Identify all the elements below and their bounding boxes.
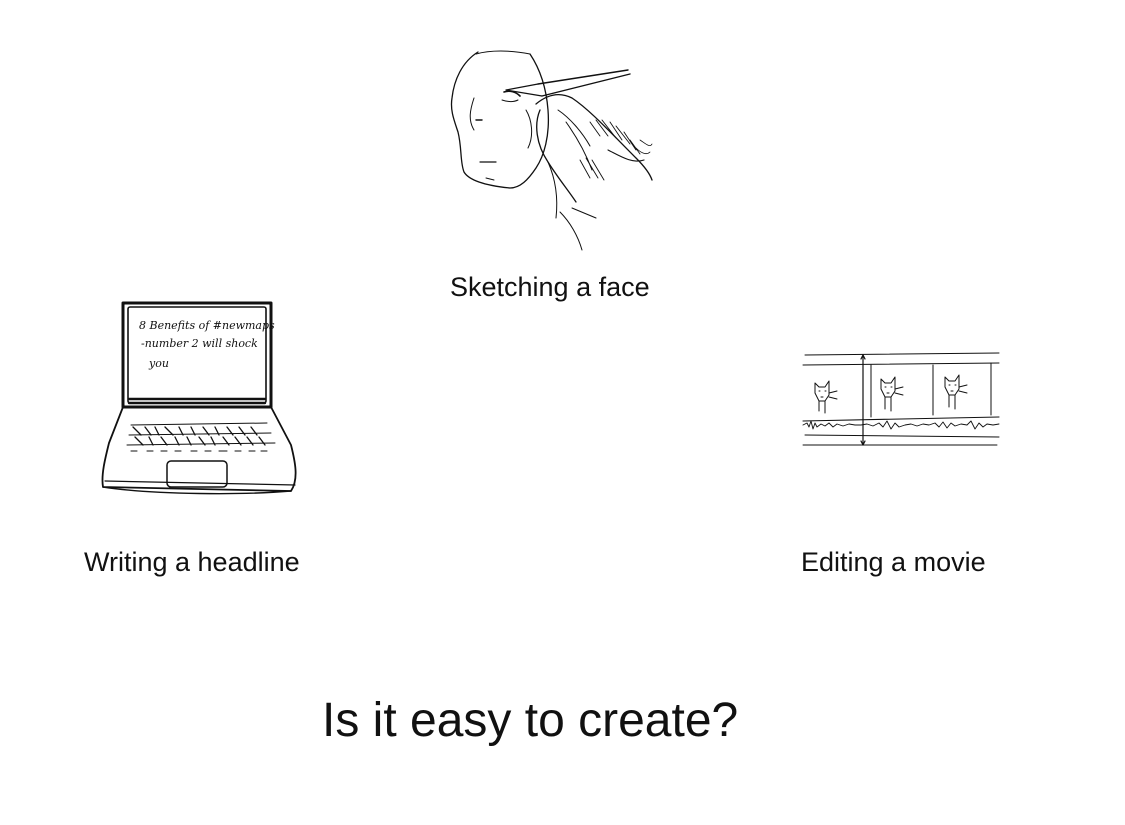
laptop-icon: 8 Benefits of #newmaps -number 2 will sh… <box>95 295 310 500</box>
video-timeline-icon <box>795 345 1005 455</box>
question-heading: Is it easy to create? <box>322 694 739 747</box>
caption-sketching-face: Sketching a face <box>450 272 650 302</box>
screen-line-1: 8 Benefits of #newmaps <box>139 319 275 332</box>
caption-writing-headline: Writing a headline <box>84 547 300 577</box>
screen-line-3: you <box>148 357 169 370</box>
face-sketch-icon <box>440 40 670 255</box>
caption-editing-movie: Editing a movie <box>801 547 986 577</box>
screen-line-2: -number 2 will shock <box>141 337 258 350</box>
